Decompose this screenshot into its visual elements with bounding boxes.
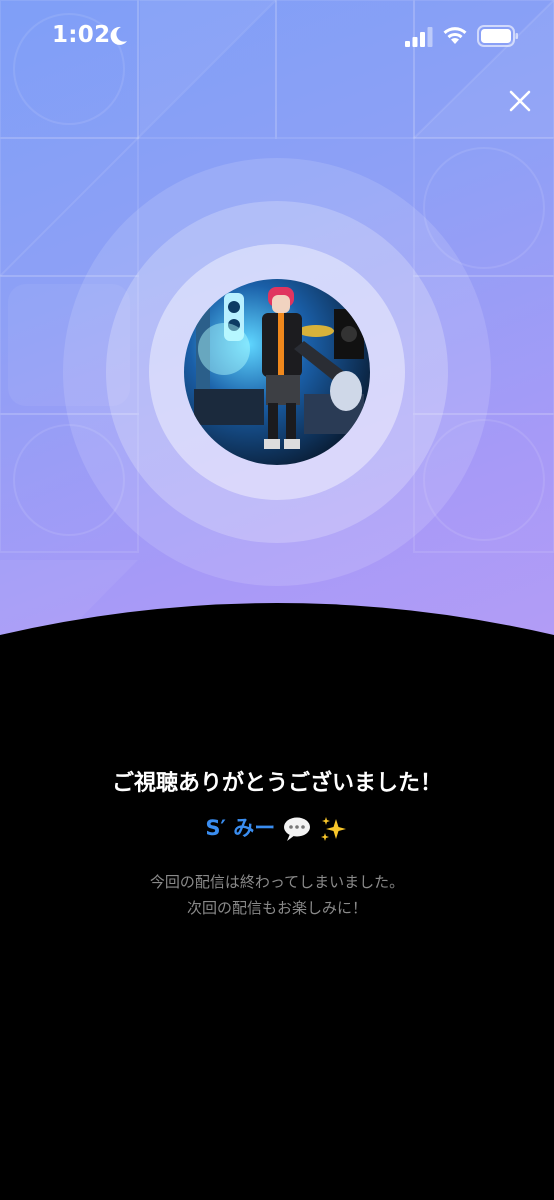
wifi-icon [443,27,467,44]
speech-bubble-icon [283,817,310,841]
status-bar: 1:02 [0,0,554,76]
ended-message-line1: 今回の配信は終わってしまいました。 [149,873,405,891]
thanks-title: ご視聴ありがとうございました！ [111,771,442,796]
streamer-avatar [184,279,370,465]
avatar-rings [63,158,491,586]
close-icon[interactable] [503,84,537,118]
cellular-signal-icon [405,27,433,47]
battery-icon [477,25,518,47]
streamer-name-row: S′ みー [0,812,554,843]
ended-message-line2: 次回の配信もお楽しみに！ [186,899,367,917]
moon-icon [110,26,127,45]
streamer-name: S′ みー [205,816,276,840]
status-time: 1:02 [52,22,111,48]
avatar-image [184,279,370,465]
sparkles-icon [320,817,346,841]
